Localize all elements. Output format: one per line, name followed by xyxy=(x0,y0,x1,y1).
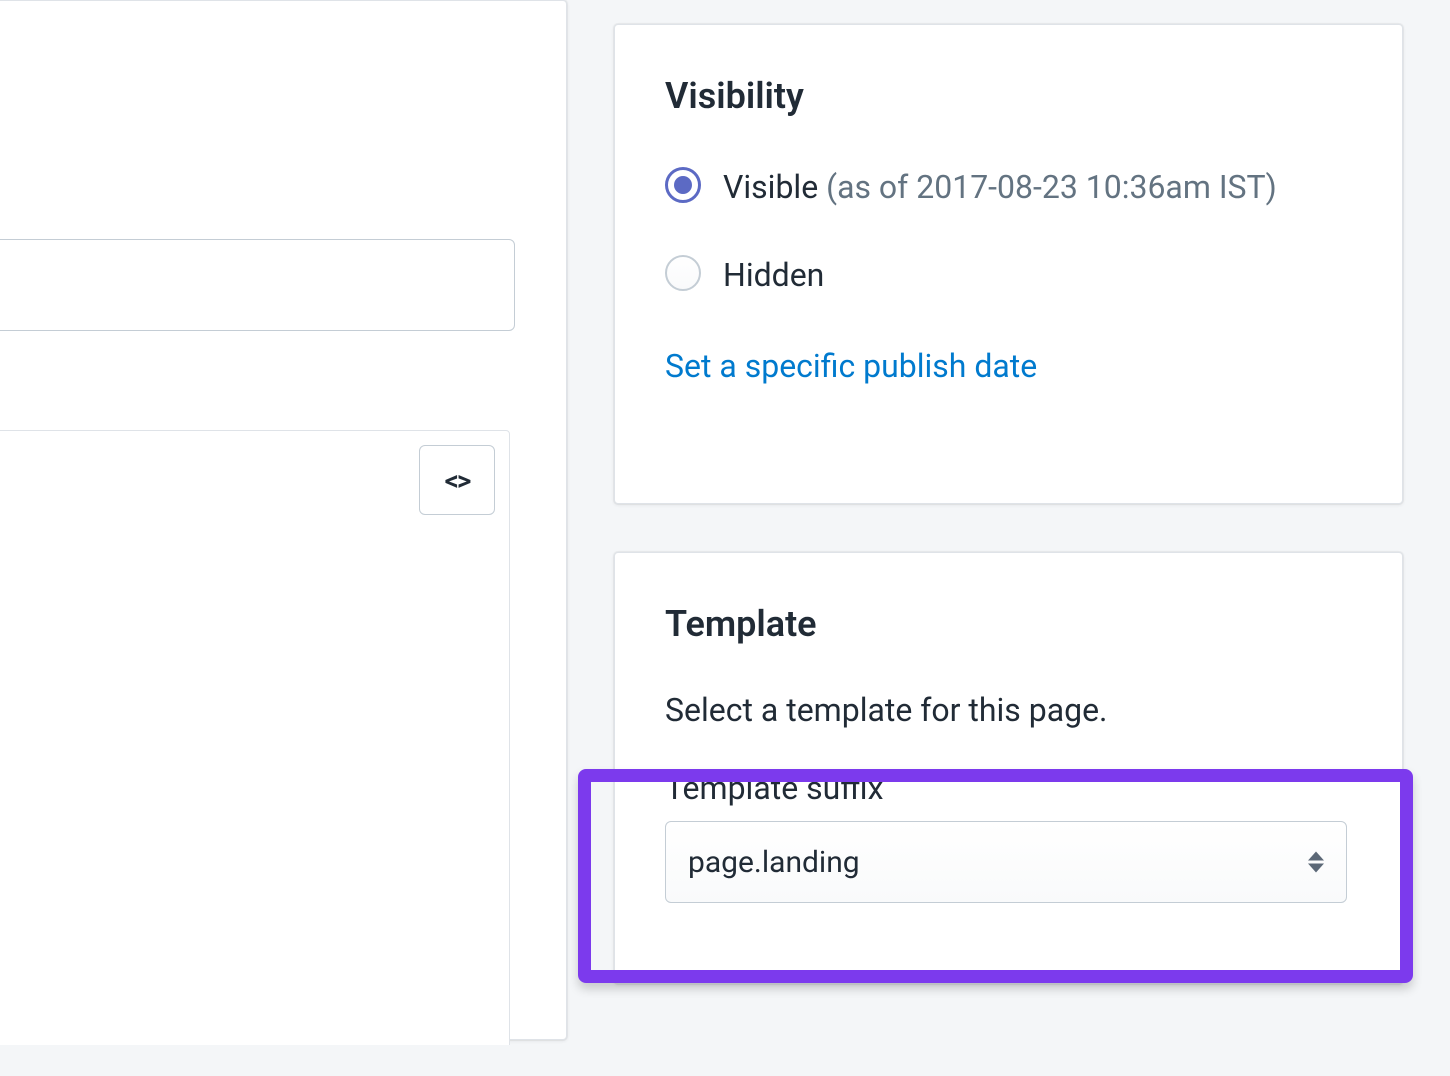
template-description: Select a template for this page. xyxy=(665,691,1352,729)
visibility-card: Visibility Visible (as of 2017-08-23 10:… xyxy=(614,24,1403,504)
template-suffix-select[interactable]: page.landing xyxy=(665,821,1347,903)
visibility-visible-note: (as of 2017-08-23 10:36am IST) xyxy=(826,168,1277,206)
code-icon: <> xyxy=(445,464,470,497)
title-input[interactable] xyxy=(0,239,515,331)
template-suffix-label: Template suffix xyxy=(665,769,1352,807)
editor-body[interactable] xyxy=(0,605,510,1045)
visibility-hidden-label: Hidden xyxy=(723,251,824,299)
template-title: Template xyxy=(665,603,1352,645)
editor-toolbar: <> xyxy=(0,430,510,606)
radio-unchecked-icon xyxy=(665,255,701,291)
template-suffix-value: page.landing xyxy=(688,845,860,880)
code-view-button[interactable]: <> xyxy=(419,445,495,515)
set-publish-date-link[interactable]: Set a specific publish date xyxy=(665,347,1037,385)
visibility-title: Visibility xyxy=(665,75,1352,117)
radio-checked-icon xyxy=(665,167,701,203)
template-card: Template Select a template for this page… xyxy=(614,552,1403,984)
select-caret-icon xyxy=(1308,852,1324,873)
visibility-option-hidden[interactable]: Hidden xyxy=(665,251,1352,299)
visibility-option-visible[interactable]: Visible (as of 2017-08-23 10:36am IST) xyxy=(665,163,1352,211)
visibility-visible-label: Visible (as of 2017-08-23 10:36am IST) xyxy=(723,163,1277,211)
